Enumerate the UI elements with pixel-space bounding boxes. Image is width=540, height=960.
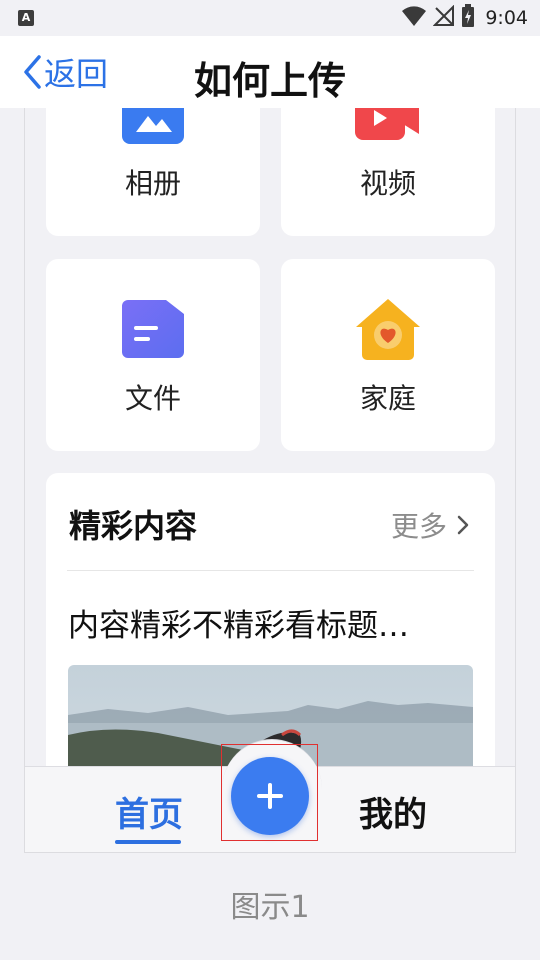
no-signal-icon — [432, 4, 455, 31]
section-title: 精彩内容 — [69, 507, 198, 545]
chevron-right-icon — [457, 515, 469, 535]
video-icon — [355, 108, 419, 140]
more-link[interactable]: 更多 — [391, 505, 469, 545]
add-upload-button[interactable] — [231, 757, 309, 835]
tile-home[interactable]: 家庭 — [281, 259, 495, 451]
tab-home[interactable]: 首页 — [109, 787, 189, 836]
clock-time: 9:04 — [485, 7, 528, 29]
battery-charging-icon — [461, 4, 475, 32]
tab-mine[interactable]: 我的 — [353, 787, 433, 836]
status-bar: A 9:04 — [0, 0, 540, 36]
home-icon — [356, 299, 420, 360]
nav-header: 返回 如何上传 — [0, 36, 540, 108]
figure-caption: 图示1 — [230, 890, 310, 925]
file-icon — [122, 300, 184, 358]
tile-album[interactable]: 相册 — [46, 108, 260, 236]
tile-label: 相册 — [124, 167, 181, 200]
tile-label: 视频 — [359, 167, 416, 200]
tile-file[interactable]: 文件 — [46, 259, 260, 451]
phone-screen-mockup: 相册 视频 文件 家庭 精彩内容 更多 内容精彩不精彩看标题… 首页 我的 — [24, 108, 516, 853]
tile-label: 家庭 — [359, 382, 416, 415]
page-title: 如何上传 — [193, 59, 346, 103]
divider — [67, 570, 474, 571]
tile-video[interactable]: 视频 — [281, 108, 495, 236]
more-label: 更多 — [390, 510, 447, 543]
article-title[interactable]: 内容精彩不精彩看标题… — [68, 600, 483, 645]
active-tab-indicator — [115, 840, 181, 844]
wifi-icon — [401, 5, 427, 31]
tile-label: 文件 — [124, 382, 181, 415]
album-icon — [122, 108, 184, 144]
notification-icon: A — [18, 10, 34, 26]
